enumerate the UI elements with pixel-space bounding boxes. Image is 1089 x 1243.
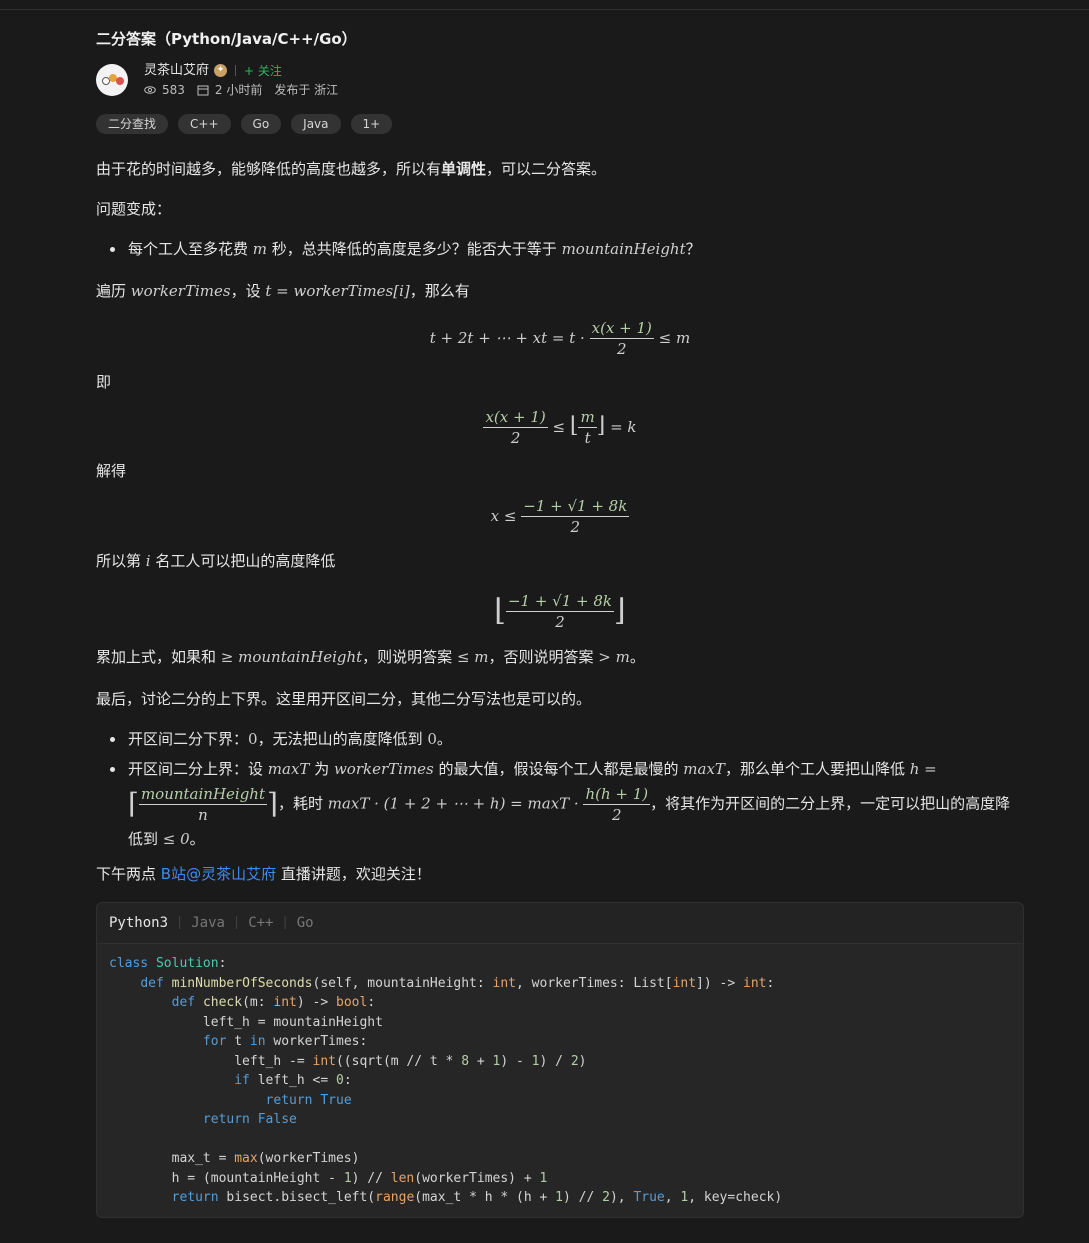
tag-list: 二分查找 C++ Go Java 1+ — [96, 114, 1024, 134]
paragraph-namely: 即 — [96, 373, 112, 391]
paragraph-solve: 解得 — [96, 462, 127, 480]
list-item: 开区间二分下界：0，无法把山的高度降低到 0。 — [96, 727, 1024, 751]
tag-java[interactable]: Java — [291, 114, 341, 134]
badge-icon: ✦ — [214, 64, 228, 77]
paragraph-problem: 问题变成： — [96, 200, 172, 218]
tab-cpp[interactable]: C++ — [248, 912, 273, 934]
equation-3: x ≤ −1 + √1 + 8k 2 — [490, 497, 630, 536]
tab-java[interactable]: Java — [191, 912, 225, 934]
follow-button[interactable]: + 关注 — [244, 62, 282, 80]
article: 二分答案（Python/Java/C++/Go） 灵茶山艾府 ✦ + 关注 58… — [96, 26, 1024, 134]
tab-go[interactable]: Go — [297, 912, 314, 934]
tag-go[interactable]: Go — [240, 114, 282, 134]
bullet-list-1: 每个工人至多花费 m 秒，总共降低的高度是多少？能否大于等于 mountainH… — [96, 237, 1024, 261]
author-name[interactable]: 灵茶山艾府 — [144, 62, 209, 80]
paragraph-worker-i: 所以第 i 名工人可以把山的高度降低 — [96, 552, 336, 570]
top-divider — [0, 9, 1089, 10]
paragraph-iterate: 遍历 workerTimes，设 t = workerTimes[i]，那么有 — [96, 282, 470, 300]
paragraph-bounds: 最后，讨论二分的上下界。这里用开区间二分，其他二分写法也是可以的。 — [96, 690, 592, 708]
equation-2: x(x + 1) 2 ≤ ⌊ m t ⌋ = k — [483, 408, 637, 447]
calendar-icon — [197, 85, 209, 95]
paragraph-live: 下午两点 B站@灵茶山艾府 直播讲题，欢迎关注！ — [96, 865, 431, 883]
post-location: 发布于 浙江 — [274, 82, 339, 97]
paragraph-monotonic: 由于花的时间越多，能够降低的高度也越多，所以有单调性，可以二分答案。 — [96, 160, 607, 178]
tag-binary-search[interactable]: 二分查找 — [96, 114, 169, 134]
author-bar: 灵茶山艾府 ✦ + 关注 583 2 小时前 发布于 浙江 — [96, 62, 1024, 98]
avatar[interactable] — [96, 64, 128, 96]
code-tabs: Python3 | Java | C++ | Go — [97, 903, 1023, 944]
tag-more[interactable]: 1+ — [350, 114, 393, 134]
equation-1: t + 2t + ⋯ + xt = t · x(x + 1) 2 ≤ m — [429, 319, 691, 358]
code-content[interactable]: class Solution: def minNumberOfSeconds(s… — [97, 944, 1023, 1218]
tab-python3[interactable]: Python3 — [109, 912, 168, 934]
bilibili-link[interactable]: B站@灵茶山艾府 — [161, 865, 276, 883]
eye-icon — [144, 85, 156, 94]
bullet-list-2: 开区间二分下界：0，无法把山的高度降低到 0。 开区间二分上界：设 maxT 为… — [96, 727, 1024, 851]
view-count: 583 — [162, 82, 185, 97]
post-time: 2 小时前 — [214, 82, 263, 97]
article-title: 二分答案（Python/Java/C++/Go） — [96, 30, 357, 48]
list-item: 每个工人至多花费 m 秒，总共降低的高度是多少？能否大于等于 mountainH… — [96, 237, 1024, 261]
code-block: Python3 | Java | C++ | Go class Solution… — [96, 902, 1024, 1218]
paragraph-sum: 累加上式，如果和 ≥ mountainHeight，则说明答案 ≤ m，否则说明… — [96, 648, 645, 666]
list-item: 开区间二分上界：设 maxT 为 workerTimes 的最大值，假设每个工人… — [96, 757, 1024, 851]
equation-4: ⌊ −1 + √1 + 8k 2 ⌋ — [494, 591, 626, 631]
tag-cpp[interactable]: C++ — [178, 114, 231, 134]
